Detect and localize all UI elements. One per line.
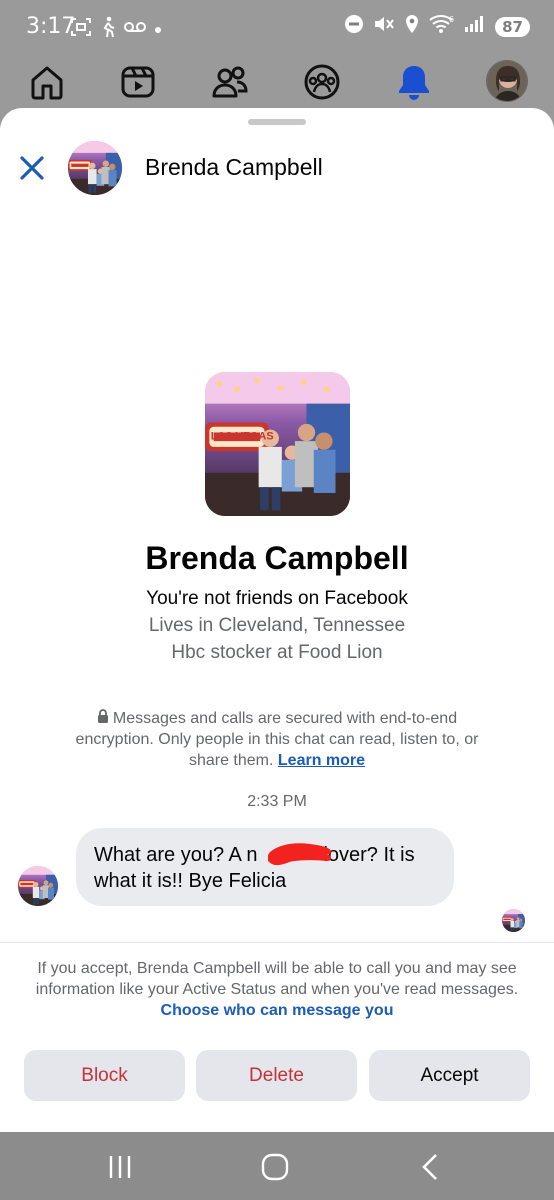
profile-location: Lives in Cleveland, Tennessee — [148, 615, 406, 636]
svg-text:6: 6 — [449, 15, 454, 24]
request-info: If you accept, Brenda Campbell will be a… — [16, 958, 538, 1021]
header-avatar[interactable] — [68, 141, 122, 195]
battery-icon: 87 — [495, 16, 530, 37]
dnd-icon — [344, 14, 364, 39]
delete-button[interactable]: Delete — [196, 1050, 357, 1101]
facebook-top-nav — [0, 56, 554, 108]
location-icon — [404, 14, 420, 39]
voicemail-icon — [124, 20, 146, 39]
sheet-drag-handle[interactable] — [248, 119, 306, 125]
wifi-icon: 6 — [429, 14, 455, 39]
profile-name: Brenda Campbell — [145, 540, 409, 576]
signal-icon — [464, 15, 486, 38]
message-request-sheet: Brenda Campbell LAS VEGAS Brenda Campbel… — [0, 108, 554, 1132]
walking-icon — [100, 16, 116, 43]
status-bar: 3:17 6 87 — [0, 0, 554, 54]
recent-apps-button[interactable] — [103, 1150, 137, 1184]
request-actions: Block Delete Accept — [24, 1050, 531, 1101]
redaction-scribble — [268, 843, 332, 866]
message-text-part1: What are you? A n — [94, 844, 258, 866]
home-button[interactable] — [258, 1150, 292, 1184]
dot-icon — [154, 21, 162, 39]
encryption-notice: Messages and calls are secured with end-… — [60, 708, 494, 771]
profile-work: Hbc stocker at Food Lion — [171, 642, 383, 663]
sender-avatar[interactable] — [18, 866, 58, 906]
back-chevron-icon — [422, 1154, 437, 1180]
relationship-status: You're not friends on Facebook — [146, 588, 408, 609]
divider — [0, 942, 554, 943]
screenshot-icon — [70, 17, 92, 42]
lock-icon — [97, 708, 109, 729]
back-button[interactable] — [414, 1150, 448, 1184]
home-icon[interactable] — [27, 62, 67, 102]
message-bubble[interactable]: What are you? A n lover? It is what it is… — [76, 828, 454, 906]
friends-icon[interactable] — [210, 62, 250, 102]
choose-who-link[interactable]: Choose who can message you — [161, 1002, 394, 1019]
close-icon — [20, 156, 44, 180]
header-contact-name[interactable]: Brenda Campbell — [145, 154, 323, 181]
home-circle-icon — [261, 1153, 289, 1181]
profile-photo[interactable]: LAS VEGAS — [205, 372, 350, 516]
block-button[interactable]: Block — [24, 1050, 185, 1101]
message-timestamp: 2:33 PM — [247, 793, 307, 810]
recent-apps-icon — [109, 1156, 131, 1178]
request-info-text: If you accept, Brenda Campbell will be a… — [35, 960, 519, 998]
accept-button[interactable]: Accept — [369, 1050, 530, 1101]
system-nav-bar — [0, 1132, 554, 1200]
profile-avatar[interactable] — [486, 60, 528, 102]
chat-header: Brenda Campbell — [0, 136, 554, 200]
seen-indicator-avatar — [502, 909, 525, 932]
close-button[interactable] — [14, 150, 50, 186]
learn-more-link[interactable]: Learn more — [278, 752, 365, 769]
groups-icon[interactable] — [302, 62, 342, 102]
status-time: 3:17 — [26, 14, 76, 39]
reels-icon[interactable] — [118, 62, 158, 102]
mute-icon — [373, 14, 395, 39]
photo-sign-text: LAS VEGAS — [211, 431, 274, 443]
battery-level: 87 — [502, 17, 523, 36]
notifications-icon[interactable] — [394, 62, 434, 102]
